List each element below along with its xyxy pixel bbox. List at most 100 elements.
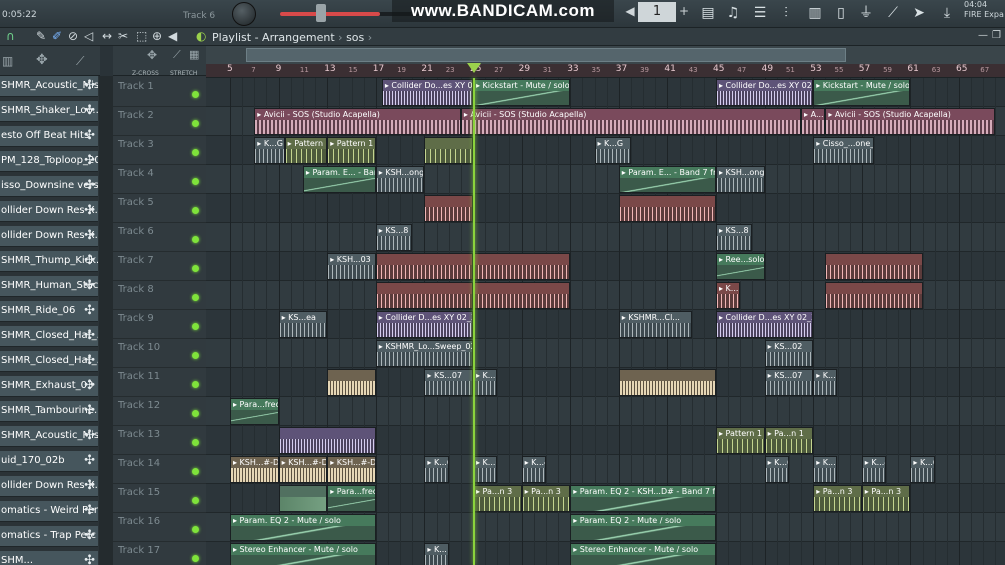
playlist-clip[interactable]: ▸ KS...8 <box>375 224 413 251</box>
track-enable-led[interactable] <box>192 91 199 98</box>
track-enable-led[interactable] <box>192 381 199 388</box>
track-header[interactable]: Track 6 <box>113 223 206 252</box>
file-icon[interactable]: ▯ <box>830 3 852 23</box>
master-slider-handle[interactable] <box>316 4 326 22</box>
drag-handle-icon[interactable]: ✣ <box>84 326 95 346</box>
track-enable-led[interactable] <box>192 526 199 533</box>
track-enable-led[interactable] <box>192 323 199 330</box>
playhead-marker[interactable] <box>467 63 481 73</box>
breadcrumb-pattern[interactable]: sos <box>346 31 364 44</box>
playlist-clip[interactable]: ▸ Pattern 1 <box>284 137 328 164</box>
track-header[interactable]: Track 5 <box>113 194 206 223</box>
playback-tool-icon[interactable]: ◀ <box>168 29 177 43</box>
playlist-clip[interactable] <box>618 195 716 222</box>
magnet-icon[interactable]: ∩ <box>6 29 15 43</box>
snap-icon[interactable]: ⟋ <box>173 48 181 62</box>
grid-icon[interactable]: ▦ <box>189 48 199 61</box>
playlist-clip[interactable]: ▸ Collider Do...es XY 02_5 <box>716 79 814 106</box>
track-enable-led[interactable] <box>192 555 199 562</box>
channel-item[interactable]: omatics - Weird Per... ✣ <box>0 501 98 522</box>
channel-item[interactable]: ollider Down Res X... ✣ <box>0 476 98 497</box>
playlist-clip[interactable] <box>375 253 473 280</box>
drag-handle-icon[interactable]: ✣ <box>84 101 95 121</box>
picker-scrollbar[interactable] <box>99 76 113 565</box>
prev-pattern-icon[interactable]: ◀ <box>624 4 636 20</box>
restore-icon[interactable]: ❐ <box>992 30 1001 41</box>
track-header[interactable]: Track 15 <box>113 484 206 513</box>
browser-icon[interactable]: ▥ <box>804 3 826 23</box>
playlist-clip[interactable] <box>278 485 328 512</box>
track-header[interactable]: Track 16 <box>113 513 206 542</box>
layout-icon[interactable]: ▥ <box>2 54 13 68</box>
playlist-clip[interactable]: ▸ Stereo Enhancer - Mute / solo <box>230 543 376 565</box>
track-enable-led[interactable] <box>192 410 199 417</box>
move-icon[interactable]: ✥ <box>36 52 48 68</box>
track-header[interactable]: Track 8 <box>113 281 206 310</box>
drag-handle-icon[interactable]: ✣ <box>84 351 95 371</box>
playlist-clip[interactable] <box>825 253 923 280</box>
track-header[interactable]: Track 14 <box>113 455 206 484</box>
playlist-clip[interactable]: ▸ Para...freq <box>327 485 376 512</box>
timeline-ruler[interactable]: 5 7 9 11 13 15 17 19 21 23 25 27 29 31 33 35 37 39 41 43 45 4… <box>206 64 1005 78</box>
drag-handle-icon[interactable]: ✣ <box>84 526 95 546</box>
playlist-clip[interactable]: ▸ KSH...#-D# <box>327 456 376 483</box>
zoom-tool-icon[interactable]: ⊕ <box>152 29 162 43</box>
track-header[interactable]: Track 10 <box>113 339 206 368</box>
channel-item[interactable]: isso_Downsine vers... ✣ <box>0 176 98 197</box>
slice-tool-icon[interactable]: ✂ <box>118 29 128 43</box>
channel-item[interactable]: SHMR_Tambourine... ✣ <box>0 401 98 422</box>
playlist-clip[interactable] <box>473 282 571 309</box>
tempo-icon[interactable]: ⟋ <box>882 3 904 23</box>
channel-item[interactable]: SHMR_Exhaust_03 ✣ <box>0 376 98 397</box>
select-tool-icon[interactable]: ⬚ <box>136 29 147 43</box>
download-icon[interactable]: ⤓ <box>936 3 958 23</box>
track-enable-led[interactable] <box>192 294 199 301</box>
playlist-clip[interactable]: ▸ K... <box>813 369 838 396</box>
track-header[interactable]: Track 7 <box>113 252 206 281</box>
playlist-clip[interactable]: ▸ Ree...solo <box>716 253 765 280</box>
drag-handle-icon[interactable]: ✣ <box>84 251 95 271</box>
playlist-clip[interactable] <box>375 282 473 309</box>
playlist-clip[interactable]: ▸ Collider Do...es XY 02_5 <box>381 79 473 106</box>
track-enable-led[interactable] <box>192 439 199 446</box>
channel-item[interactable]: SHMR_Human_Stac... ✣ <box>0 276 98 297</box>
playlist-clip[interactable]: ▸ Stereo Enhancer - Mute / solo <box>570 543 716 565</box>
playlist-clip[interactable]: ▸ KSH...03 <box>327 253 376 280</box>
track-header[interactable]: Track 9 <box>113 310 206 339</box>
playlist-clip[interactable]: ▸ Pa...n 3 <box>473 485 522 512</box>
playlist-clip[interactable]: ▸ KS...07 <box>764 369 814 396</box>
send-icon[interactable]: ➤ <box>908 3 930 23</box>
playlist-clip[interactable]: ▸ K... <box>424 543 449 565</box>
drag-handle-icon[interactable]: ✣ <box>84 476 95 496</box>
track-header[interactable]: Track 2 <box>113 107 206 136</box>
playlist-clip[interactable]: ▸ KS...8 <box>716 224 753 251</box>
plugin-icon[interactable]: ⏚ <box>855 3 877 23</box>
channel-rack-icon[interactable]: ☰ <box>749 3 771 23</box>
track-header[interactable]: Track 3 <box>113 136 206 165</box>
channel-item[interactable]: SHMR_Shaker_Loo... ✣ <box>0 101 98 122</box>
drag-handle-icon[interactable]: ✣ <box>84 551 95 565</box>
playlist-clip[interactable] <box>327 369 376 396</box>
playlist-clip[interactable]: ▸ K...G <box>594 137 631 164</box>
track-enable-led[interactable] <box>192 149 199 156</box>
delete-tool-icon[interactable]: ⊘ <box>68 29 78 43</box>
move-icon[interactable]: ✥ <box>147 48 157 62</box>
channel-item[interactable]: SHMR_Ride_06 ✣ <box>0 301 98 322</box>
playlist-clip[interactable]: ▸ Pattern 1 <box>716 427 765 454</box>
playlist-clip[interactable]: ▸ Cisso_...one_2 <box>813 137 874 164</box>
playlist-clip[interactable]: ▸ Pattern 1 <box>327 137 376 164</box>
playlist-clip[interactable]: ▸ Avicii - SOS (Studio Acapella) <box>254 108 461 135</box>
playlist-clip[interactable] <box>473 253 571 280</box>
channel-item[interactable]: esto Off Beat Hits ✣ <box>0 126 98 147</box>
drag-handle-icon[interactable]: ✣ <box>84 76 95 96</box>
playlist-clip[interactable]: ▸ Param. EQ 2 - Mute / solo <box>230 514 376 541</box>
channel-item[interactable]: SHMR_Closed_Hat_... ✣ <box>0 326 98 347</box>
playlist-clip[interactable]: ▸ K...6 <box>813 456 838 483</box>
track-enable-led[interactable] <box>192 497 199 504</box>
master-volume-knob[interactable] <box>232 2 256 26</box>
playlist-clip[interactable]: ▸ KSH...ong <box>375 166 425 193</box>
playlist-clip[interactable]: ▸ K...4 <box>521 456 546 483</box>
playlist-clip[interactable]: ▸ Pa...n 3 <box>813 485 862 512</box>
playlist-clip[interactable]: ▸ KS...02 <box>764 340 814 367</box>
playlist-clip[interactable]: ▸ K...6 <box>473 456 498 483</box>
